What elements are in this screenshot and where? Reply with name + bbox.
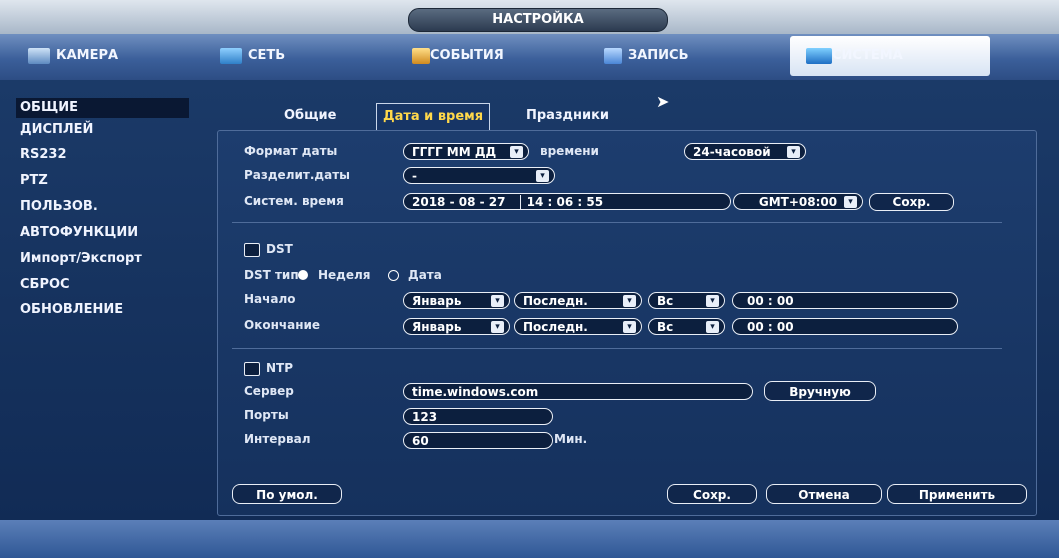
dst-end-label: Окончание [244, 318, 321, 332]
chevron-down-icon: ▾ [536, 170, 549, 182]
sidebar-item-users[interactable]: ПОЛЬЗОВ. [20, 197, 98, 217]
system-time-label: Систем. время [244, 194, 344, 208]
bottom-bar [0, 520, 1059, 558]
end-month-select[interactable]: Январь ▾ [403, 318, 510, 335]
subtab-date-time[interactable]: Дата и время [376, 103, 491, 130]
chevron-down-icon: ▾ [623, 321, 636, 333]
save-button[interactable]: Сохр. [667, 484, 757, 504]
sidebar-item-reset[interactable]: СБРОС [20, 275, 70, 295]
system-time-field[interactable]: 2018 - 08 - 27 14 : 06 : 55 [403, 193, 731, 210]
save-time-button[interactable]: Сохр. [869, 193, 954, 211]
start-week-select[interactable]: Последн. ▾ [514, 292, 642, 309]
end-week-select[interactable]: Последн. ▾ [514, 318, 642, 335]
dst-date-radio[interactable] [388, 270, 399, 281]
date-separator-select[interactable]: - ▾ [403, 167, 555, 184]
events-icon [412, 47, 430, 64]
chevron-down-icon: ▾ [787, 146, 800, 158]
chevron-down-icon: ▾ [706, 321, 719, 333]
interval-input[interactable]: 60 [403, 432, 553, 449]
port-label: Порты [244, 408, 289, 422]
sidebar-item-update[interactable]: ОБНОВЛЕНИЕ [20, 300, 123, 320]
sidebar-item-autofunctions[interactable]: АВТОФУНКЦИИ [20, 223, 138, 243]
start-time-field[interactable]: 00 : 00 [732, 292, 958, 309]
apply-button[interactable]: Применить [887, 484, 1027, 504]
cancel-button[interactable]: Отмена [766, 484, 882, 504]
default-button[interactable]: По умол. [232, 484, 342, 504]
timezone-select[interactable]: GMT+08:00 ▾ [733, 193, 863, 210]
chevron-down-icon: ▾ [623, 295, 636, 307]
dst-start-label: Начало [244, 292, 296, 306]
mouse-cursor-icon: ➤ [656, 92, 670, 111]
page-title: НАСТРОЙКА [408, 8, 668, 32]
tab-events[interactable]: СОБЫТИЯ [412, 38, 504, 74]
dst-week-radio[interactable] [298, 270, 308, 280]
chevron-down-icon: ▾ [706, 295, 719, 307]
divider [232, 348, 1002, 349]
divider [232, 222, 1002, 223]
tab-camera[interactable]: КАМЕРА [28, 38, 118, 74]
date-format-select[interactable]: ГГГГ ММ ДД ▾ [403, 143, 529, 160]
network-icon [220, 47, 242, 64]
server-label: Сервер [244, 384, 294, 398]
ntp-server-input[interactable]: time.windows.com [403, 383, 753, 400]
start-month-select[interactable]: Январь ▾ [403, 292, 510, 309]
sidebar-item-display[interactable]: ДИСПЛЕЙ [20, 120, 93, 140]
sidebar-item-rs232[interactable]: RS232 [20, 145, 67, 165]
sidebar-item-general[interactable]: ОБЩИЕ [16, 98, 189, 118]
start-day-select[interactable]: Вс ▾ [648, 292, 725, 309]
interval-unit: Мин. [554, 432, 588, 446]
date-separator-label: Разделит.даты [244, 168, 351, 182]
dst-checkbox[interactable] [244, 243, 260, 257]
date-format-label: Формат даты [244, 144, 338, 158]
manual-update-button[interactable]: Вручную [764, 381, 876, 401]
chevron-down-icon: ▾ [510, 146, 523, 158]
chevron-down-icon: ▾ [491, 321, 504, 333]
port-input[interactable]: 123 [403, 408, 553, 425]
record-icon [604, 47, 622, 64]
ntp-checkbox[interactable] [244, 362, 260, 376]
subtab-holidays[interactable]: Праздники [526, 103, 609, 129]
sidebar-item-import-export[interactable]: Импорт/Экспорт [20, 249, 142, 269]
time-format-select[interactable]: 24-часовой ▾ [684, 143, 806, 160]
tab-system[interactable]: СИСТЕМА [806, 38, 903, 74]
chevron-down-icon: ▾ [491, 295, 504, 307]
sidebar-item-ptz[interactable]: PTZ [20, 171, 48, 191]
interval-label: Интервал [244, 432, 311, 446]
subtab-general[interactable]: Общие [284, 103, 336, 129]
time-format-label: времени [540, 144, 599, 158]
tab-record[interactable]: ЗАПИСЬ [604, 38, 689, 74]
end-day-select[interactable]: Вс ▾ [648, 318, 725, 335]
ntp-label: NTP [266, 361, 294, 375]
dst-week-label: Неделя [318, 268, 371, 282]
camera-icon [28, 47, 50, 64]
system-icon [806, 47, 832, 64]
dst-type-label: DST тип [244, 268, 299, 282]
dst-date-label: Дата [408, 268, 442, 282]
end-time-field[interactable]: 00 : 00 [732, 318, 958, 335]
tab-network[interactable]: СЕТЬ [220, 38, 285, 74]
dst-label: DST [266, 242, 293, 256]
chevron-down-icon: ▾ [844, 196, 857, 208]
